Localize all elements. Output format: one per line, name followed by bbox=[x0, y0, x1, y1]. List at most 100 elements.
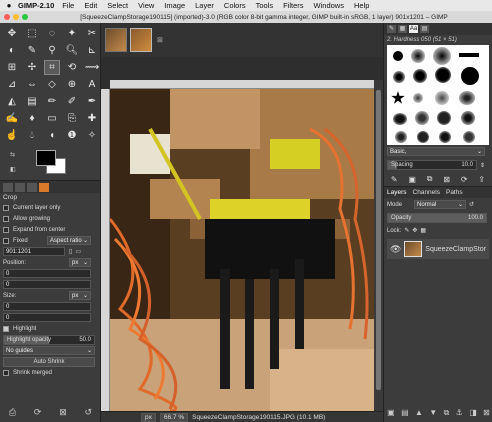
airbrush-icon[interactable]: ✒ bbox=[84, 94, 100, 109]
app-menu[interactable]: GIMP-2.10 bbox=[18, 1, 54, 10]
new-brush-icon[interactable]: ▣ bbox=[408, 175, 416, 184]
position-y-input[interactable]: 0 bbox=[3, 280, 91, 289]
reset-options-icon[interactable]: ↺ bbox=[85, 407, 93, 418]
align-tool-icon[interactable]: ⊞ bbox=[4, 60, 20, 75]
images-tab[interactable] bbox=[39, 183, 49, 192]
size-y-input[interactable]: 0 bbox=[3, 313, 91, 322]
scissors-select-icon[interactable]: ✂ bbox=[84, 26, 100, 41]
ink-tool-icon[interactable]: ✍ bbox=[4, 111, 20, 126]
clone-tool-icon[interactable]: ⎘ bbox=[64, 111, 80, 126]
lasso-tool-icon[interactable]: ◌ bbox=[44, 26, 60, 41]
opacity-slider[interactable]: Opacity 100.0 bbox=[387, 213, 487, 223]
flip-tool-icon[interactable]: ⇔ bbox=[24, 77, 40, 92]
image-canvas[interactable] bbox=[110, 89, 374, 411]
layer-row[interactable]: 👁︎ SqueezeClampStor bbox=[387, 239, 489, 259]
brush-swatch[interactable] bbox=[413, 93, 423, 103]
anchor-layer-icon[interactable]: ⚓︎ bbox=[456, 408, 463, 418]
duplicate-layer-icon[interactable]: ⧉ bbox=[444, 408, 450, 418]
auto-shrink-button[interactable]: Auto Shrink bbox=[3, 356, 95, 367]
brush-swatch[interactable] bbox=[413, 69, 427, 83]
landscape-icon[interactable]: ▭ bbox=[75, 248, 81, 255]
lock-position-icon[interactable]: ✥ bbox=[412, 227, 417, 234]
paintbrush-icon[interactable]: ✏ bbox=[44, 94, 60, 109]
brush-swatch[interactable] bbox=[459, 91, 475, 105]
foreground-select-icon[interactable]: ◐ bbox=[4, 43, 20, 58]
brush-swatch[interactable] bbox=[439, 131, 451, 143]
menu-view[interactable]: View bbox=[138, 1, 154, 10]
shrink-merged-checkbox[interactable] bbox=[3, 369, 9, 376]
device-status-tab[interactable] bbox=[15, 183, 25, 192]
color-picker-icon[interactable]: ⚲ bbox=[44, 43, 60, 58]
brush-swatch[interactable] bbox=[411, 49, 425, 63]
delete-layer-icon[interactable]: ⊠ bbox=[483, 408, 490, 418]
tool-options-tab[interactable] bbox=[3, 183, 13, 192]
fonts-tab[interactable]: Aa bbox=[409, 25, 418, 33]
expand-from-center-row[interactable]: Expand from center bbox=[0, 224, 100, 235]
menu-help[interactable]: Help bbox=[354, 1, 369, 10]
menu-filters[interactable]: Filters bbox=[283, 1, 303, 10]
vertical-scrollbar[interactable] bbox=[374, 80, 383, 411]
open-brush-icon[interactable]: ⇪ bbox=[478, 175, 485, 184]
highlight-checkbox[interactable] bbox=[3, 325, 9, 332]
brush-filter-dropdown[interactable]: Basic, ⌄ bbox=[387, 147, 485, 156]
menu-edit[interactable]: Edit bbox=[84, 1, 97, 10]
transform-tool-icon[interactable]: ✢ bbox=[24, 60, 40, 75]
bucket-fill-icon[interactable]: ◭ bbox=[4, 94, 20, 109]
brush-swatch[interactable] bbox=[461, 111, 475, 125]
brush-swatch[interactable] bbox=[463, 131, 475, 143]
menu-colors[interactable]: Colors bbox=[224, 1, 246, 10]
image-tab-thumbnail-active[interactable] bbox=[130, 28, 152, 52]
delete-options-icon[interactable]: ⊠ bbox=[59, 407, 67, 418]
handle-transform-icon[interactable]: ⊕ bbox=[64, 77, 80, 92]
new-group-icon[interactable]: ▤ bbox=[401, 408, 409, 418]
zoom-tool-icon[interactable]: 🔍︎ bbox=[64, 43, 80, 58]
brush-swatch[interactable] bbox=[391, 91, 405, 104]
brush-swatch[interactable] bbox=[435, 91, 449, 105]
mask-layer-icon[interactable]: ◨ bbox=[469, 408, 477, 418]
menu-windows[interactable]: Windows bbox=[314, 1, 344, 10]
guides-dropdown[interactable]: No guides ⌄ bbox=[3, 346, 95, 355]
brushes-tab[interactable]: ✎ bbox=[387, 25, 396, 33]
scrollbar-thumb[interactable] bbox=[376, 90, 381, 390]
layers-tab[interactable]: Layers bbox=[387, 189, 407, 196]
expand-from-center-checkbox[interactable] bbox=[3, 226, 9, 233]
delete-brush-icon[interactable]: ⊠ bbox=[443, 175, 450, 184]
spin-icon[interactable]: ⇕ bbox=[480, 162, 485, 169]
allow-growing-checkbox[interactable] bbox=[3, 215, 9, 222]
move-tool-icon[interactable]: ✥ bbox=[4, 26, 20, 41]
patterns-tab[interactable]: ▦ bbox=[398, 25, 407, 33]
lock-alpha-icon[interactable]: ▦ bbox=[420, 227, 426, 234]
ratio-input[interactable]: 901:1201 bbox=[3, 247, 65, 256]
pencil-icon[interactable]: ✐ bbox=[64, 94, 80, 109]
perspective-icon[interactable]: ⊿ bbox=[4, 77, 20, 92]
brush-grid[interactable] bbox=[387, 45, 489, 145]
portrait-icon[interactable]: ▯ bbox=[69, 248, 72, 255]
channels-tab[interactable]: Channels bbox=[413, 189, 440, 196]
heal-tool-icon[interactable]: ✚ bbox=[84, 111, 100, 126]
paths-tool-icon[interactable]: ✎ bbox=[24, 43, 40, 58]
unit-dropdown[interactable]: px bbox=[141, 412, 156, 422]
size-x-input[interactable]: 0 bbox=[3, 302, 91, 311]
maximize-window-button[interactable] bbox=[22, 14, 28, 20]
brush-swatch[interactable] bbox=[437, 111, 451, 125]
spacing-slider[interactable]: Spacing 10.0 bbox=[387, 160, 477, 170]
brush-swatch[interactable] bbox=[435, 67, 451, 83]
menu-layer[interactable]: Layer bbox=[195, 1, 214, 10]
menu-image[interactable]: Image bbox=[164, 1, 185, 10]
position-x-input[interactable]: 0 bbox=[3, 269, 91, 278]
brush-swatch[interactable] bbox=[415, 111, 429, 125]
close-window-button[interactable] bbox=[4, 14, 10, 20]
brush-swatch[interactable] bbox=[459, 53, 479, 57]
raise-layer-icon[interactable]: ▲ bbox=[415, 408, 423, 418]
unified-transform-icon[interactable]: ⟲ bbox=[64, 60, 80, 75]
cage-tool-icon[interactable]: ◇ bbox=[44, 77, 60, 92]
refresh-brushes-icon[interactable]: ⟳ bbox=[461, 175, 468, 184]
save-options-icon[interactable]: ⎙ bbox=[9, 407, 16, 418]
fixed-dropdown[interactable]: Aspect ratio ⌄ bbox=[47, 236, 91, 245]
swap-colors-icon[interactable]: ⇆ bbox=[10, 151, 15, 158]
reset-mode-icon[interactable]: ↺ bbox=[469, 201, 474, 208]
allow-growing-row[interactable]: Allow growing bbox=[0, 213, 100, 224]
edit-brush-icon[interactable]: ✎ bbox=[391, 175, 398, 184]
undo-history-tab[interactable] bbox=[27, 183, 37, 192]
shrink-merged-row[interactable]: Shrink merged bbox=[0, 367, 100, 378]
